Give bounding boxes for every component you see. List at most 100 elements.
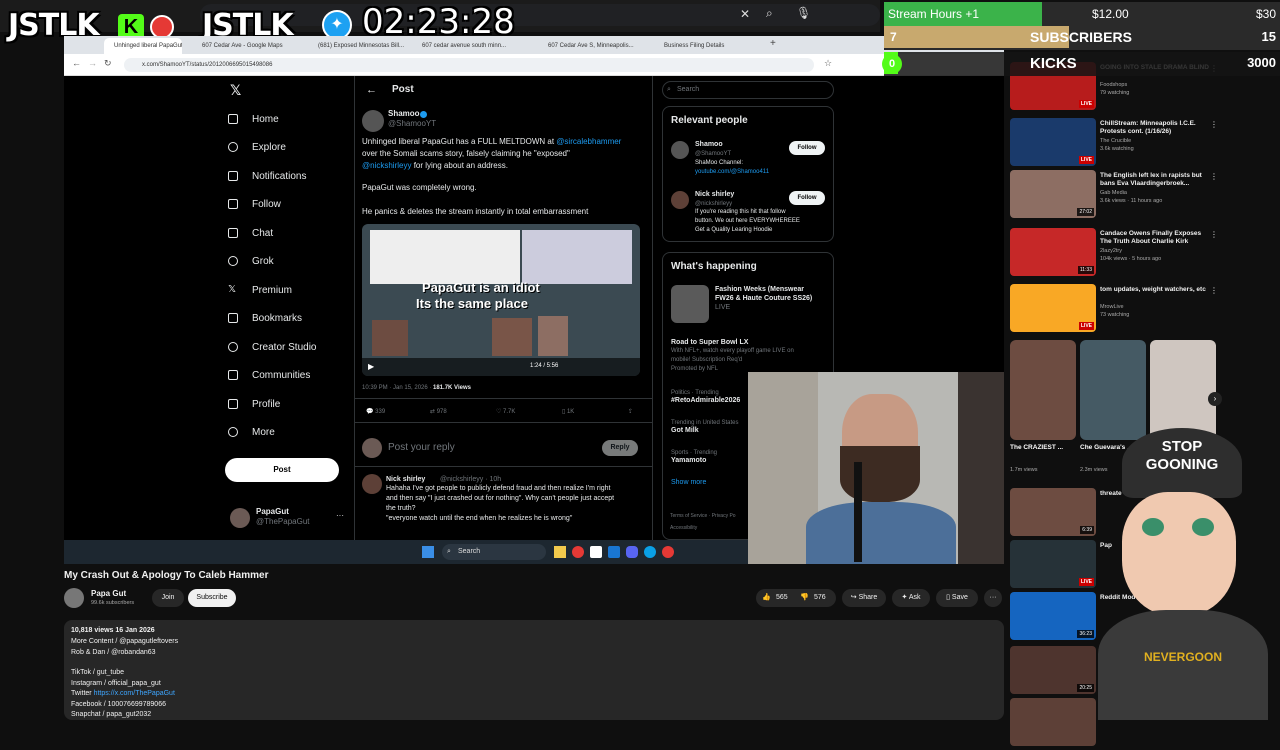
- x-search-input[interactable]: ⌕ Search: [662, 81, 834, 99]
- my-account-more-icon[interactable]: ···: [336, 510, 344, 522]
- chrome-icon[interactable]: [572, 546, 584, 558]
- reply-input[interactable]: Post your reply: [388, 442, 455, 454]
- back-arrow-icon[interactable]: ←: [366, 84, 377, 96]
- thumbs-up-icon[interactable]: 👍: [762, 589, 771, 607]
- bookmark-count[interactable]: ▯ 1K: [562, 406, 574, 418]
- rec-item[interactable]: 36:23Reddit Mod Has a Wil: [1010, 592, 1136, 644]
- edge-icon[interactable]: [644, 546, 656, 558]
- trend-1[interactable]: Fashion Weeks (Menswear FW26 & Haute Cout…: [715, 285, 812, 312]
- obs-icon[interactable]: [662, 546, 674, 558]
- nav-creator-studio[interactable]: Creator Studio: [228, 342, 316, 353]
- channel-avatar[interactable]: [64, 588, 84, 608]
- nav-profile[interactable]: Profile: [228, 399, 280, 410]
- tab-1[interactable]: Unhinged liberal PapaGut has...: [104, 38, 182, 54]
- rec-item[interactable]: 11:33 Candace Owens Finally Exposes The T…: [1010, 228, 1260, 280]
- rec-item[interactable]: 20:25TO CATCH A PREDATOR: [1010, 646, 1136, 698]
- short-title-1[interactable]: The CRAZIEST ...: [1010, 444, 1074, 451]
- share-icon[interactable]: ⇪: [628, 406, 633, 418]
- file-explorer-icon[interactable]: [554, 546, 566, 558]
- ask-button[interactable]: ✦ Ask: [892, 589, 930, 607]
- post-button[interactable]: Post: [225, 458, 339, 482]
- reply-button[interactable]: Reply: [602, 440, 638, 456]
- like-count[interactable]: ♡ 7.7K: [496, 406, 515, 418]
- play-icon[interactable]: ▶: [368, 362, 374, 371]
- subscribe-button[interactable]: Subscribe: [188, 589, 236, 607]
- share-button[interactable]: ↪ Share: [842, 589, 886, 607]
- tab-6[interactable]: Business Filing Details: [654, 38, 760, 54]
- rec-thumbnail[interactable]: LIVE: [1010, 540, 1096, 588]
- follow-button-1[interactable]: Follow: [789, 141, 825, 155]
- save-button[interactable]: ▯ Save: [936, 589, 978, 607]
- rec-thumbnail[interactable]: 11:33: [1010, 228, 1096, 276]
- nav-more[interactable]: More: [228, 427, 275, 438]
- rec-item[interactable]: LIVE Pap: [1010, 540, 1112, 592]
- rec-thumbnail[interactable]: LIVE: [1010, 284, 1096, 332]
- post-video[interactable]: PapaGut is an idiot Its the same place ▶…: [362, 224, 640, 376]
- notepad-icon[interactable]: [590, 546, 602, 558]
- reply-avatar[interactable]: [362, 474, 382, 494]
- my-avatar[interactable]: [230, 508, 250, 528]
- windows-start-icon[interactable]: [422, 546, 434, 558]
- relevant-avatar-1[interactable]: [671, 141, 689, 159]
- rec-item[interactable]: Kai Cenat: [1010, 698, 1130, 750]
- tab-4[interactable]: 607 cedar avenue south minn...: [412, 38, 522, 54]
- taskbar-search[interactable]: ⌕ Search: [442, 544, 546, 560]
- rec-thumbnail[interactable]: 6:39: [1010, 488, 1096, 536]
- rec-item[interactable]: 6:39 threate: [1010, 488, 1122, 540]
- nav-grok[interactable]: Grok: [228, 256, 274, 267]
- more-vert-icon[interactable]: ⋮: [1210, 120, 1218, 129]
- reply-count[interactable]: 💬 339: [366, 406, 385, 418]
- follow-button-2[interactable]: Follow: [789, 191, 825, 205]
- rec-thumbnail[interactable]: 27:02: [1010, 170, 1096, 218]
- trend-3-tag[interactable]: #RetoAdmirable2026: [671, 395, 740, 407]
- microphone-icon[interactable]: 🎙: [796, 6, 811, 20]
- url-input[interactable]: x.com/ShamooYT/status/201200669501549808…: [124, 58, 814, 72]
- nav-bookmarks[interactable]: Bookmarks: [228, 313, 302, 324]
- nav-communities[interactable]: Communities: [228, 370, 310, 381]
- rec-thumbnail[interactable]: [1010, 698, 1096, 746]
- more-vert-icon[interactable]: ⋮: [1210, 172, 1218, 181]
- x-logo-icon[interactable]: 𝕏: [230, 82, 241, 99]
- short-thumbnail-1[interactable]: [1010, 340, 1076, 440]
- repost-count[interactable]: ⇄ 978: [430, 406, 447, 418]
- new-tab-icon[interactable]: +: [770, 38, 776, 49]
- close-icon[interactable]: ✕: [740, 7, 750, 21]
- trend-4-tag[interactable]: Got Milk: [671, 425, 699, 437]
- author-avatar[interactable]: [362, 110, 384, 132]
- nav-notifications[interactable]: Notifications: [228, 171, 306, 182]
- rec-thumbnail[interactable]: 36:23: [1010, 592, 1096, 640]
- nav-premium[interactable]: 𝕏 Premium: [228, 285, 292, 297]
- nav-chat[interactable]: Chat: [228, 228, 273, 239]
- chevron-right-icon[interactable]: ›: [1208, 392, 1222, 406]
- rec-title[interactable]: tom updates, weight watchers, etc: [1100, 286, 1212, 294]
- rec-title[interactable]: The English left lex in rapists but bans…: [1100, 172, 1212, 188]
- video-description[interactable]: 10,818 views 16 Jan 2026 More Content / …: [64, 620, 1004, 720]
- rec-item[interactable]: 27:02 The English left lex in rapists but…: [1010, 170, 1260, 222]
- reload-icon[interactable]: ↻: [104, 58, 112, 69]
- nav-explore[interactable]: Explore: [228, 142, 286, 153]
- back-icon[interactable]: ←: [72, 58, 81, 68]
- tab-2[interactable]: 607 Cedar Ave - Google Maps: [192, 38, 300, 54]
- forward-icon[interactable]: →: [88, 58, 97, 68]
- rec-title[interactable]: ChillStream: Minneapolis I.C.E. Protests…: [1100, 120, 1212, 136]
- relevant-avatar-2[interactable]: [671, 191, 689, 209]
- footer-links[interactable]: Terms of Service · Privacy Po Accessibili…: [670, 510, 736, 534]
- join-button[interactable]: Join: [152, 589, 184, 607]
- channel-name[interactable]: Papa Gut: [91, 589, 126, 598]
- rec-thumbnail[interactable]: 20:25: [1010, 646, 1096, 694]
- more-vert-icon[interactable]: ⋮: [1210, 230, 1218, 239]
- search-icon[interactable]: ⌕: [766, 6, 773, 21]
- overlay-search-bar[interactable]: ✕ ⌕ 🎙: [200, 4, 880, 26]
- tab-5[interactable]: 607 Cedar Ave S, Minneapolis...: [538, 38, 644, 54]
- show-more-link[interactable]: Show more: [671, 477, 706, 489]
- tab-3[interactable]: (681) Exposed Minnesotas Bill...: [308, 38, 404, 54]
- more-icon[interactable]: ···: [984, 589, 1002, 607]
- trend-5-tag[interactable]: Yamamoto: [671, 455, 706, 467]
- more-vert-icon[interactable]: ⋮: [1210, 286, 1218, 295]
- rec-item[interactable]: LIVE tom updates, weight watchers, etc Mro…: [1010, 284, 1260, 336]
- thumbs-down-icon[interactable]: 👎: [800, 589, 809, 607]
- rec-item[interactable]: LIVE ChillStream: Minneapolis I.C.E. Prot…: [1010, 118, 1260, 170]
- nav-home[interactable]: Home: [228, 114, 279, 125]
- star-icon[interactable]: ☆: [824, 58, 832, 69]
- rec-thumbnail[interactable]: LIVE: [1010, 118, 1096, 166]
